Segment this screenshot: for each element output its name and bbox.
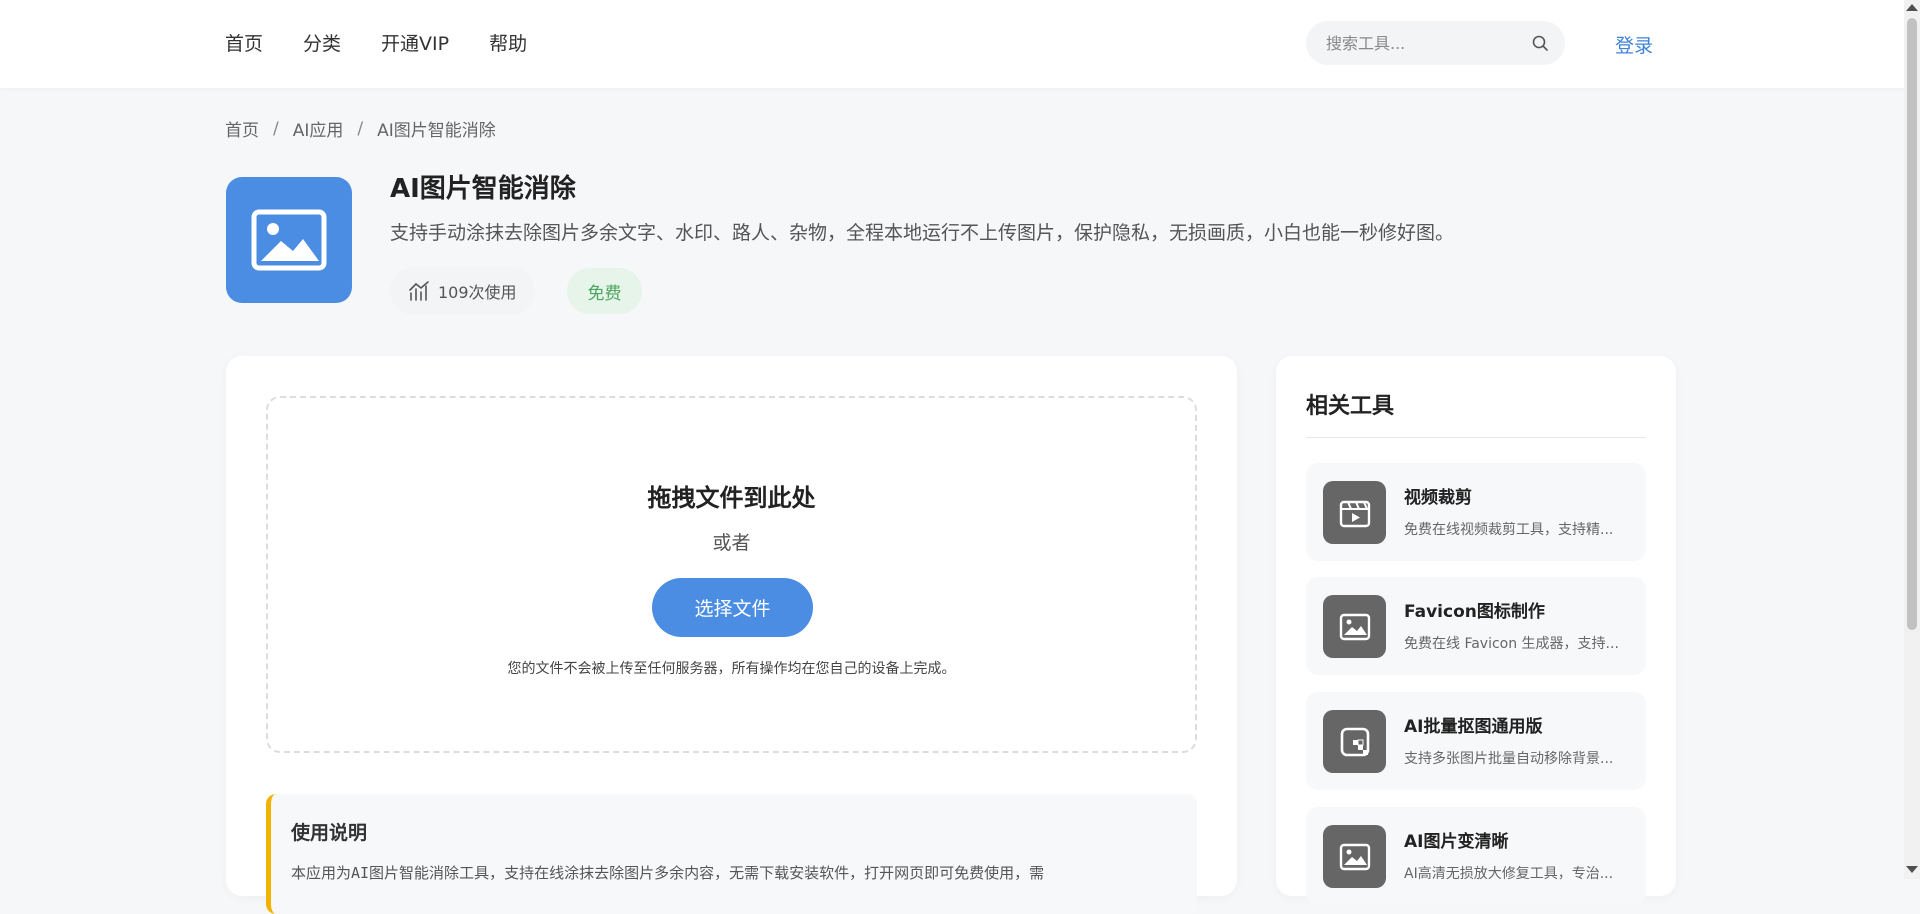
app-description: 支持手动涂抹去除图片多余文字、水印、路人、杂物，全程本地运行不上传图片，保护隐私… xyxy=(390,222,1455,244)
dropzone-title: 拖拽文件到此处 xyxy=(647,484,816,512)
login-link[interactable]: 登录 xyxy=(1615,31,1653,58)
privacy-note: 您的文件不会被上传至任何服务器，所有操作均在您自己的设备上完成。 xyxy=(507,661,956,677)
image-icon xyxy=(1323,595,1386,658)
related-tool-item[interactable]: 视频裁剪 免费在线视频裁剪工具，支持精... xyxy=(1306,463,1646,561)
tool-name: 视频裁剪 xyxy=(1404,488,1472,508)
divider xyxy=(1306,437,1646,438)
usage-count: 109次使用 xyxy=(438,283,517,302)
video-icon xyxy=(1323,481,1386,544)
breadcrumb-current: AI图片智能消除 xyxy=(377,121,496,141)
price-badge: 免费 xyxy=(567,268,642,314)
main-nav: 首页 分类 开通VIP 帮助 xyxy=(225,30,567,58)
top-navbar: 首页 分类 开通VIP 帮助 登录 xyxy=(0,0,1920,88)
nav-home[interactable]: 首页 xyxy=(225,30,263,58)
scrollbar-thumb[interactable] xyxy=(1907,18,1917,630)
image-icon xyxy=(251,209,327,271)
breadcrumb: 首页 / AI应用 / AI图片智能消除 xyxy=(225,116,496,142)
tool-name: AI图片变清晰 xyxy=(1404,832,1509,852)
related-tools-title: 相关工具 xyxy=(1306,394,1395,419)
tool-name: Favicon图标制作 xyxy=(1404,602,1545,622)
select-file-button[interactable]: 选择文件 xyxy=(652,578,813,637)
tool-description: AI高清无损放大修复工具，专治... xyxy=(1404,866,1614,882)
breadcrumb-home[interactable]: 首页 xyxy=(225,116,259,141)
related-tool-item[interactable]: Favicon图标制作 免费在线 Favicon 生成器，支持... xyxy=(1306,577,1646,675)
scroll-down-icon[interactable] xyxy=(1906,866,1918,873)
page-title: AI图片智能消除 xyxy=(390,174,576,204)
related-tool-item[interactable]: AI图片变清晰 AI高清无损放大修复工具，专治... xyxy=(1306,807,1646,905)
instructions-box: 使用说明 本应用为AI图片智能消除工具，支持在线涂抹去除图片多余内容，无需下载安… xyxy=(266,794,1197,914)
usage-count-badge: 109次使用 xyxy=(390,267,535,315)
breadcrumb-category[interactable]: AI应用 xyxy=(293,116,344,141)
tool-description: 免费在线视频裁剪工具，支持精... xyxy=(1404,522,1614,538)
dropzone-or: 或者 xyxy=(712,532,751,554)
related-tool-item[interactable]: AI批量抠图通用版 支持多张图片批量自动移除背景... xyxy=(1306,692,1646,790)
cutout-icon xyxy=(1323,710,1386,773)
search-box xyxy=(1306,21,1565,65)
tool-name: AI批量抠图通用版 xyxy=(1404,717,1543,737)
nav-help[interactable]: 帮助 xyxy=(489,30,527,58)
instructions-text: 本应用为AI图片智能消除工具，支持在线涂抹去除图片多余内容，无需下载安装软件，打… xyxy=(291,864,1045,882)
search-input[interactable] xyxy=(1326,32,1526,54)
nav-vip[interactable]: 开通VIP xyxy=(381,30,449,58)
app-icon xyxy=(226,177,352,303)
nav-categories[interactable]: 分类 xyxy=(303,30,341,58)
breadcrumb-separator: / xyxy=(273,118,279,139)
tool-description: 免费在线 Favicon 生成器，支持... xyxy=(1404,636,1619,652)
chart-icon xyxy=(409,281,429,301)
related-tools-card: 相关工具 视频裁剪 免费在线视频裁剪工具，支持精... Favicon图标制作 … xyxy=(1276,356,1676,905)
upload-card: 拖拽文件到此处 或者 选择文件 您的文件不会被上传至任何服务器，所有操作均在您自… xyxy=(226,356,1237,914)
file-dropzone[interactable]: 拖拽文件到此处 或者 选择文件 您的文件不会被上传至任何服务器，所有操作均在您自… xyxy=(266,396,1197,753)
tool-description: 支持多张图片批量自动移除背景... xyxy=(1404,751,1614,767)
breadcrumb-separator: / xyxy=(357,118,364,139)
instructions-title: 使用说明 xyxy=(291,822,368,844)
scroll-up-icon[interactable] xyxy=(1906,4,1918,11)
search-icon[interactable] xyxy=(1531,34,1549,52)
